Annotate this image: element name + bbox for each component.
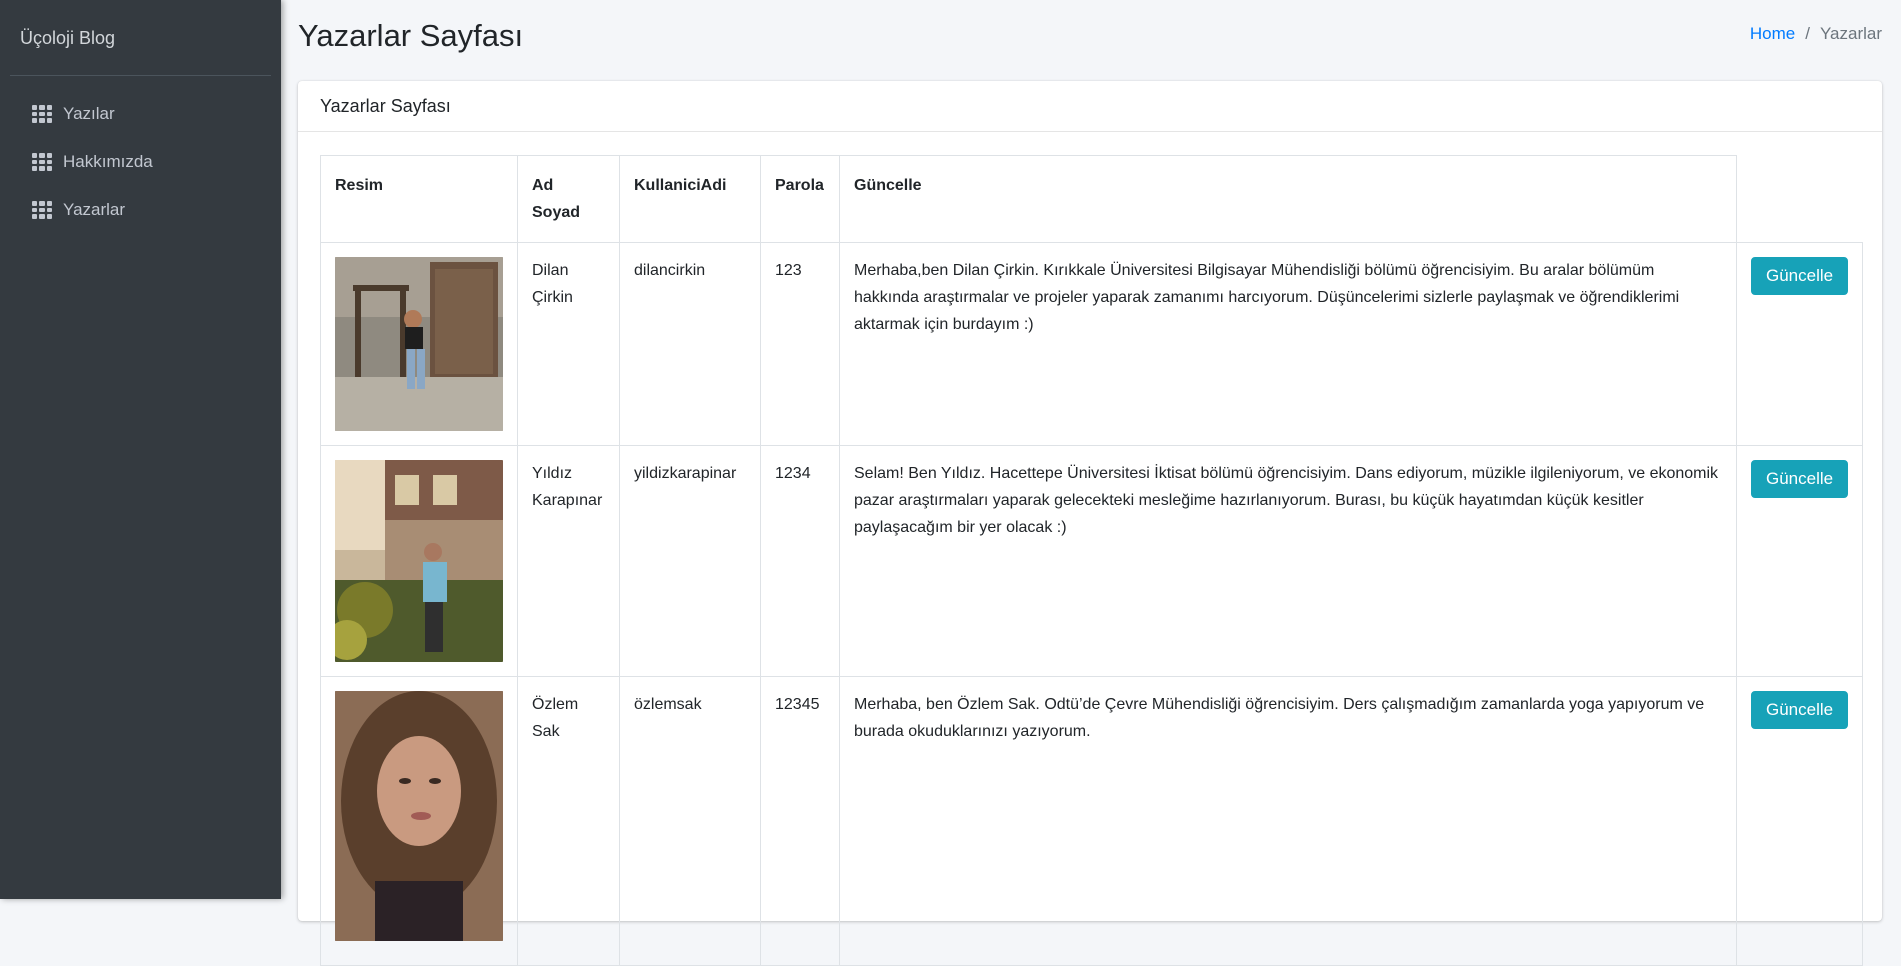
sidebar-item-yazilar[interactable]: Yazılar xyxy=(0,90,281,138)
author-bio: Selam! Ben Yıldız. Hacettepe Üniversites… xyxy=(839,445,1737,677)
table-header-row: Resim Ad Soyad KullaniciAdi Parola Günce… xyxy=(320,155,1863,243)
breadcrumb-home-link[interactable]: Home xyxy=(1750,24,1795,44)
action-cell: Güncelle xyxy=(1735,242,1864,446)
brand-link[interactable]: Üçoloji Blog xyxy=(10,0,271,76)
page-title: Yazarlar Sayfası xyxy=(298,18,524,53)
authors-table: Resim Ad Soyad KullaniciAdi Parola Günce… xyxy=(320,155,1864,966)
author-name: Dilan Çirkin xyxy=(517,242,620,446)
author-password: 1234 xyxy=(760,445,840,677)
column-header-resim: Resim xyxy=(320,155,518,243)
photo-cell xyxy=(320,242,518,446)
column-header-parola: Parola xyxy=(760,155,840,243)
main-content: Yazarlar Sayfası Home / Yazarlar Yazarla… xyxy=(281,0,1901,966)
author-name: Yıldız Karapınar xyxy=(517,445,620,677)
sidebar-item-label: Yazarlar xyxy=(63,200,126,219)
author-bio: Merhaba, ben Özlem Sak. Odtü’de Çevre Mü… xyxy=(839,676,1737,966)
grid-icon xyxy=(32,201,52,219)
sidebar-item-hakkimizda[interactable]: Hakkımızda xyxy=(0,138,281,186)
author-username: dilancirkin xyxy=(619,242,761,446)
author-password: 12345 xyxy=(760,676,840,966)
photo-cell xyxy=(320,676,518,966)
sidebar: Üçoloji Blog Yazılar Hakkımızda Yazarlar xyxy=(0,0,281,899)
author-photo xyxy=(335,691,503,941)
author-photo xyxy=(335,257,503,431)
column-header-kullanici-adi: KullaniciAdi xyxy=(619,155,761,243)
author-username: özlemsak xyxy=(619,676,761,966)
column-header-actions xyxy=(1736,155,1863,243)
column-header-guncelle: Güncelle xyxy=(839,155,1737,243)
update-button[interactable]: Güncelle xyxy=(1751,691,1849,729)
author-username: yildizkarapinar xyxy=(619,445,761,677)
breadcrumb-separator: / xyxy=(1805,24,1810,43)
grid-icon xyxy=(32,153,52,171)
grid-icon xyxy=(32,105,52,123)
table-row: Dilan Çirkin dilancirkin 123 Merhaba,ben… xyxy=(320,242,1864,446)
sidebar-item-label: Yazılar xyxy=(63,104,115,123)
table-row: Özlem Sak özlemsak 12345 Merhaba, ben Öz… xyxy=(320,676,1864,966)
action-cell: Güncelle xyxy=(1735,676,1864,966)
column-header-ad-soyad: Ad Soyad xyxy=(517,155,620,243)
table-row: Yıldız Karapınar yildizkarapinar 1234 Se… xyxy=(320,445,1864,677)
sidebar-nav: Yazılar Hakkımızda Yazarlar xyxy=(0,90,281,234)
authors-card: Yazarlar Sayfası Resim Ad Soyad Kullanic… xyxy=(298,81,1882,966)
photo-cell xyxy=(320,445,518,677)
breadcrumb-current: Yazarlar xyxy=(1819,24,1882,43)
card-title: Yazarlar Sayfası xyxy=(298,81,1882,132)
update-button[interactable]: Güncelle xyxy=(1751,257,1849,295)
author-name: Özlem Sak xyxy=(517,676,620,966)
action-cell: Güncelle xyxy=(1735,445,1864,677)
author-bio: Merhaba,ben Dilan Çirkin. Kırıkkale Üniv… xyxy=(839,242,1737,446)
breadcrumb: Home / Yazarlar xyxy=(1750,24,1882,44)
sidebar-item-label: Hakkımızda xyxy=(63,152,153,171)
author-password: 123 xyxy=(760,242,840,446)
update-button[interactable]: Güncelle xyxy=(1751,460,1849,498)
sidebar-item-yazarlar[interactable]: Yazarlar xyxy=(0,186,281,234)
author-photo xyxy=(335,460,503,662)
